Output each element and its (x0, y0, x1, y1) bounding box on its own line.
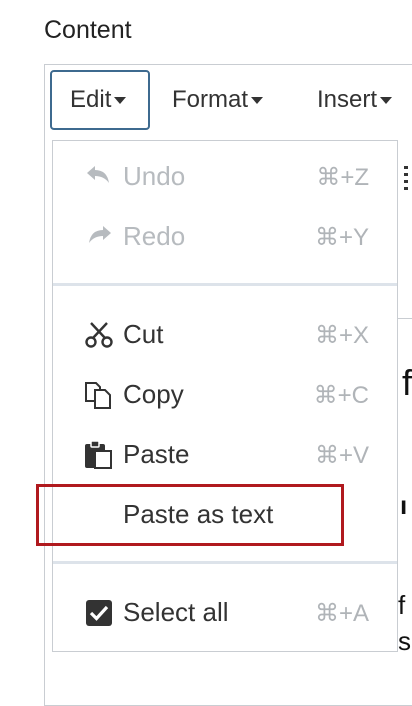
shortcut-label: ⌘+Y (314, 224, 369, 251)
editor-text-fragment: ı (400, 490, 408, 520)
shortcut-label: ⌘+X (314, 322, 369, 349)
menu-separator (53, 283, 397, 286)
edit-dropdown: Undo ⌘+Z Redo ⌘+Y Cut ⌘+X Copy ⌘+C Paste… (52, 140, 398, 652)
menu-item-label: Paste (123, 439, 190, 469)
editor-line (398, 318, 412, 319)
toolbar-peek (404, 166, 408, 194)
menu-item-cut[interactable]: Cut ⌘+X (53, 307, 397, 363)
editor-text-fragment: f (402, 362, 412, 403)
menu-edit[interactable]: Edit (50, 70, 150, 130)
menu-item-label: Redo (123, 221, 186, 251)
menu-separator (53, 561, 397, 564)
undo-icon (83, 163, 115, 191)
redo-icon (83, 223, 115, 251)
editor-text-fragment: s (398, 626, 411, 656)
menu-item-select-all[interactable]: Select all ⌘+A (53, 585, 397, 641)
menu-item-copy[interactable]: Copy ⌘+C (53, 367, 397, 423)
menu-insert-label: Insert (317, 86, 378, 113)
menu-item-label: Undo (123, 161, 186, 191)
menu-item-undo[interactable]: Undo ⌘+Z (53, 149, 397, 205)
shortcut-label: ⌘+A (314, 600, 369, 627)
menu-item-label: Select all (123, 597, 229, 627)
menu-format-label: Format (172, 86, 249, 113)
menu-item-paste[interactable]: Paste ⌘+V (53, 427, 397, 483)
content-label: Content (44, 16, 132, 44)
shortcut-label: ⌘+C (313, 382, 369, 409)
caret-down-icon (380, 96, 393, 104)
menu-format[interactable]: Format (154, 70, 281, 130)
menu-edit-label: Edit (70, 86, 112, 113)
highlight-box (36, 484, 344, 546)
clipboard-icon (83, 440, 115, 469)
shortcut-label: ⌘+Z (316, 164, 369, 191)
copy-icon (83, 381, 115, 409)
menubar: Edit Format Insert (50, 70, 412, 134)
menu-item-label: Cut (123, 319, 164, 349)
menu-item-label: Copy (123, 379, 184, 409)
menu-item-redo[interactable]: Redo ⌘+Y (53, 209, 397, 265)
caret-down-icon (251, 96, 264, 104)
menu-insert[interactable]: Insert (299, 70, 410, 130)
scissors-icon (83, 321, 115, 349)
checkbox-icon (83, 599, 115, 627)
editor-text-fragment: f (398, 590, 406, 620)
caret-down-icon (114, 96, 127, 104)
shortcut-label: ⌘+V (314, 442, 369, 469)
